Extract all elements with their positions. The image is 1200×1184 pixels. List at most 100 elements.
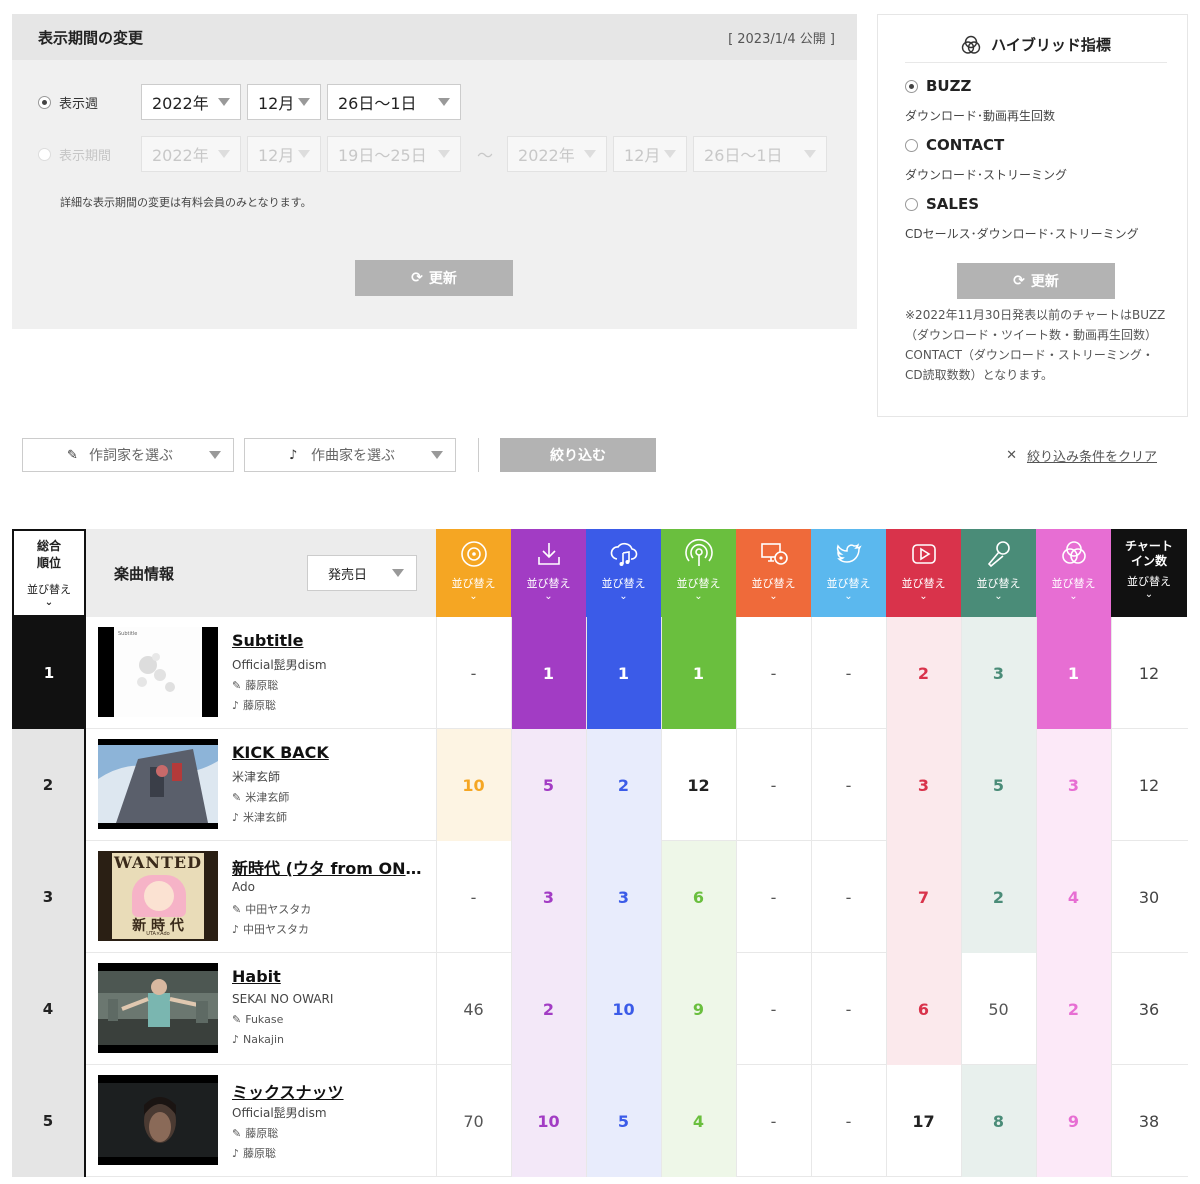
metric-value-twitter: - (845, 887, 852, 907)
period-header: 表示期間の変更 [ 2023/1/4 公開 ] (12, 14, 857, 60)
column-divider (511, 617, 512, 1177)
chevron-down-icon: ⌄ (694, 591, 703, 602)
song-composer[interactable]: ♪ 米津玄師 (232, 809, 287, 825)
song-lyricist[interactable]: ✎ 米津玄師 (232, 789, 289, 805)
span-from-range-select[interactable]: 19日〜25日 (327, 136, 461, 172)
song-composer[interactable]: ♪ 藤原聡 (232, 1145, 276, 1161)
song-artist[interactable]: 米津玄師 (232, 768, 280, 785)
metric-value-twitter: - (845, 775, 852, 795)
metric-header-karaoke[interactable]: 並び替え ⌄ (961, 529, 1036, 617)
metric-sort-label: 並び替え (901, 577, 946, 590)
composer-select[interactable]: ♪ 作曲家を選ぶ (244, 438, 456, 472)
song-artist[interactable]: Official髭男dism (232, 656, 327, 673)
column-divider (961, 617, 962, 1177)
song-thumbnail[interactable] (98, 739, 218, 829)
span-to-month-select[interactable]: 12月 (613, 136, 688, 172)
week-month-value: 12月 (258, 94, 295, 113)
song-composer[interactable]: ♪ 中田ヤスタカ (232, 921, 309, 937)
song-title-link[interactable]: Habit (232, 967, 432, 986)
chart-in-header[interactable]: チャート イン数 並び替え ⌄ (1111, 529, 1187, 617)
metric-header-pc-read[interactable]: 並び替え ⌄ (736, 529, 811, 617)
hybrid-option-contact[interactable]: CONTACT (905, 136, 1004, 154)
song-title-link[interactable]: ミックスナッツ (232, 1079, 432, 1103)
metric-value-karaoke: 50 (988, 999, 1009, 1019)
song-artist[interactable]: Official髭男dism (232, 1104, 327, 1121)
chart-in-title-line1: チャート (1125, 539, 1173, 553)
metric-value-streaming: 3 (586, 841, 661, 953)
sales-label: SALES (926, 195, 980, 213)
period-update-button[interactable]: ⟳ 更新 (355, 260, 513, 296)
hybrid-title: ハイブリッド指標 (991, 36, 1111, 54)
metric-value-cd: - (470, 887, 477, 907)
music-note-icon: ♪ (232, 1147, 240, 1160)
chevron-down-icon (438, 150, 450, 158)
lyricist-placeholder: 作詞家を選ぶ (89, 448, 173, 464)
jacket-wanted-text: WANTED (114, 853, 202, 872)
week-year-value: 2022年 (152, 94, 209, 113)
hybrid-option-sales[interactable]: SALES (905, 195, 979, 213)
metric-header-streaming[interactable]: 並び替え ⌄ (586, 529, 661, 617)
week-range-select[interactable]: 26日〜1日 (327, 84, 461, 120)
song-composer[interactable]: ♪ 藤原聡 (232, 697, 276, 713)
buzz-radio[interactable] (905, 79, 918, 93)
karaoke-icon (984, 539, 1014, 569)
song-composer[interactable]: ♪ Nakajin (232, 1033, 284, 1046)
span-from-month-select[interactable]: 12月 (247, 136, 321, 172)
contact-radio[interactable] (905, 138, 918, 152)
rank-header[interactable]: 総合 順位 並び替え ⌄ (12, 529, 86, 617)
metric-value-cd: 70 (463, 1111, 484, 1131)
release-date-sort-select[interactable]: 発売日 (307, 555, 417, 591)
rank-number: 2 (12, 729, 86, 841)
week-month-select[interactable]: 12月 (247, 84, 321, 120)
song-title-link[interactable]: Subtitle (232, 631, 432, 650)
table-row: 3 WANTED新 時 代UTA×Ado 新時代 (ウタ from ONE PIEC… (12, 841, 1188, 953)
period-title: 表示期間の変更 (38, 28, 144, 47)
song-artist[interactable]: SEKAI NO OWARI (232, 992, 333, 1006)
chart-page: 表示期間の変更 [ 2023/1/4 公開 ] 表示週 2022年 12月 26… (0, 0, 1200, 1184)
song-thumbnail[interactable]: WANTED 新 時 代 UTA×Ado (98, 851, 218, 941)
song-lyricist[interactable]: ✎ 藤原聡 (232, 1125, 278, 1141)
filter-button[interactable]: 絞り込む (500, 438, 656, 472)
metric-header-hybrid[interactable]: 並び替え ⌄ (1036, 529, 1111, 617)
metric-header-youtube[interactable]: 並び替え ⌄ (886, 529, 961, 617)
rank-header-line1: 総合 (36, 539, 61, 553)
hybrid-option-buzz[interactable]: BUZZ (905, 77, 971, 95)
music-note-icon: ♪ (232, 811, 240, 824)
rank-number: 4 (12, 953, 86, 1065)
metric-sort-label: 並び替え (826, 577, 871, 590)
pen-icon: ✎ (232, 1127, 242, 1140)
span-to-range-select[interactable]: 26日〜1日 (693, 136, 828, 172)
chart-in-count: 12 (1138, 663, 1160, 683)
song-thumbnail[interactable] (98, 963, 218, 1053)
metric-header-cd[interactable]: 並び替え ⌄ (436, 529, 511, 617)
week-radio[interactable] (38, 95, 51, 109)
pen-icon: ✎ (232, 1013, 242, 1026)
song-title-link[interactable]: 新時代 (ウタ from ONE PIECE FILM RED) (232, 855, 432, 879)
metric-header-twitter[interactable]: 並び替え ⌄ (811, 529, 886, 617)
span-radio[interactable] (38, 147, 51, 161)
music-note-icon: ♪ (232, 699, 240, 712)
song-lyricist[interactable]: ✎ 中田ヤスタカ (232, 901, 311, 917)
metric-header-download[interactable]: 並び替え ⌄ (511, 529, 586, 617)
span-separator: 〜 (477, 146, 494, 165)
song-thumbnail[interactable]: Subtitle (98, 627, 218, 717)
chevron-down-icon (392, 569, 404, 577)
song-lyricist[interactable]: ✎ 藤原聡 (232, 677, 278, 693)
lyricist-select[interactable]: ✎ 作詞家を選ぶ (22, 438, 234, 472)
span-to-year-select[interactable]: 2022年 (507, 136, 608, 172)
lyricist-name: Fukase (245, 1013, 284, 1026)
song-lyricist[interactable]: ✎ Fukase (232, 1013, 283, 1026)
song-thumbnail[interactable] (98, 1075, 218, 1165)
sales-radio[interactable] (905, 197, 918, 211)
hybrid-update-button[interactable]: ⟳ 更新 (957, 263, 1115, 299)
clear-filter-label: 絞り込み条件をクリア (1026, 450, 1157, 465)
metric-value-download: 2 (511, 953, 586, 1065)
metric-value-youtube: 6 (886, 953, 961, 1065)
span-from-year-select[interactable]: 2022年 (141, 136, 241, 172)
clear-filter-link[interactable]: ✕ 絞り込み条件をクリア (1006, 446, 1157, 465)
metric-header-radio[interactable]: 並び替え ⌄ (661, 529, 736, 617)
song-title-link[interactable]: KICK BACK (232, 743, 432, 762)
metric-value-cd: - (470, 663, 477, 683)
song-artist[interactable]: Ado (232, 880, 255, 894)
week-year-select[interactable]: 2022年 (141, 84, 241, 120)
